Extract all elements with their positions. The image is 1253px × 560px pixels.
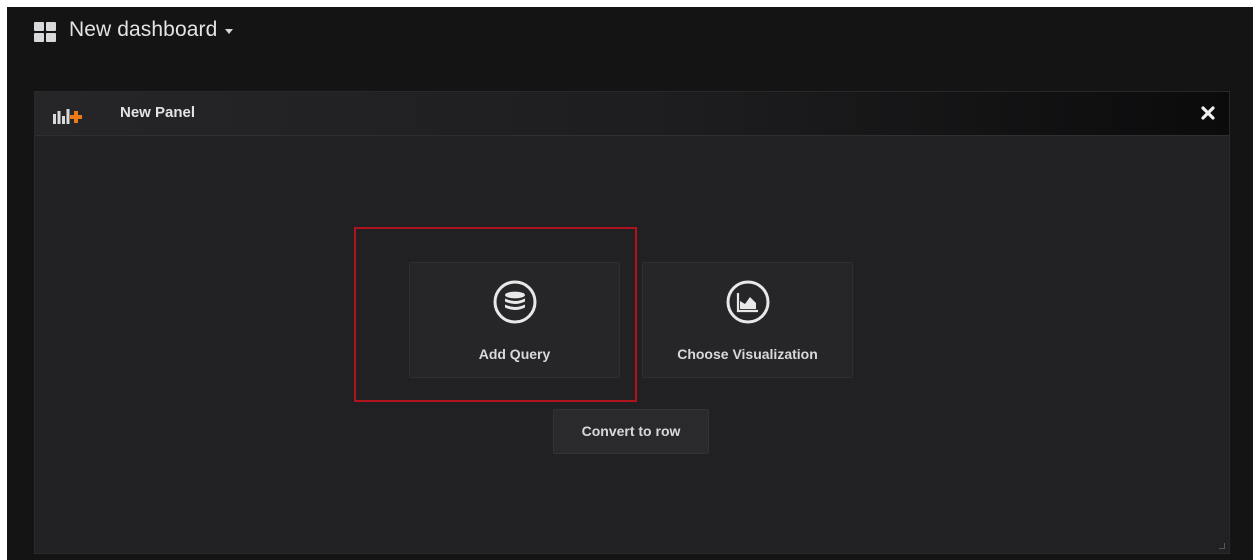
choose-visualization-button[interactable]: Choose Visualization: [642, 262, 853, 378]
dashboard-title-dropdown[interactable]: New dashboard: [69, 18, 234, 42]
database-icon: [493, 280, 536, 324]
panel-header: New Panel: [35, 92, 1229, 136]
caret-down-icon: [225, 28, 234, 34]
add-query-label: Add Query: [478, 346, 551, 362]
choose-visualization-label: Choose Visualization: [677, 346, 818, 362]
convert-to-row-button[interactable]: Convert to row: [553, 409, 709, 454]
add-query-button[interactable]: Add Query: [409, 262, 620, 378]
area-chart-icon: [726, 280, 769, 324]
close-icon[interactable]: [1199, 104, 1217, 122]
convert-to-row-label: Convert to row: [581, 423, 681, 439]
new-panel: New Panel Add Query Choose Visualization: [34, 91, 1230, 554]
panel-title: New Panel: [120, 104, 196, 121]
dashboard-grid-icon: [34, 22, 56, 42]
resize-handle[interactable]: [1219, 543, 1225, 549]
app-window: New dashboard New Panel Add Query Choose…: [7, 7, 1253, 560]
dashboard-title: New dashboard: [69, 18, 218, 41]
add-panel-icon: [53, 109, 82, 124]
top-navbar: New dashboard: [7, 7, 1253, 63]
